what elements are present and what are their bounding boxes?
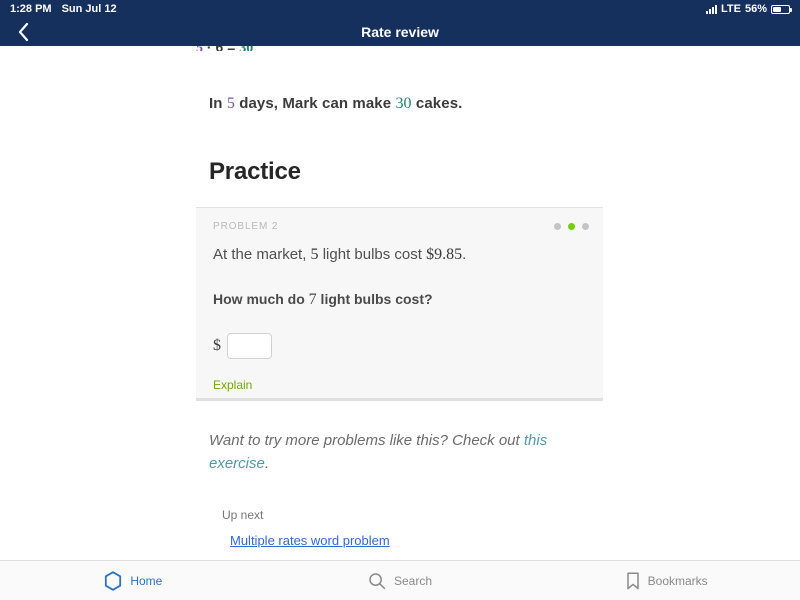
prompt-value-bulbs: 5: [310, 246, 319, 263]
prompt-part-2: light bulbs cost: [318, 246, 427, 263]
answer-input[interactable]: [227, 333, 272, 359]
problem-label: PROBLEM 2: [213, 221, 279, 232]
tab-bookmarks[interactable]: Bookmarks: [533, 561, 800, 600]
currency-symbol: $: [213, 337, 221, 354]
prompt-value-price: $9.85: [426, 246, 463, 263]
bottom-tab-bar: Home Search Bookmarks: [0, 560, 800, 600]
progress-dot-3: [582, 223, 589, 230]
status-battery-percent: 56%: [744, 3, 767, 15]
tab-home[interactable]: Home: [0, 561, 267, 600]
tab-search-label: Search: [393, 573, 433, 588]
sentence-value-days: 5: [226, 95, 235, 112]
question-part-1: How much do: [213, 291, 309, 307]
back-button[interactable]: [0, 18, 46, 46]
more-problems-blurb: Want to try more problems like this? Che…: [209, 429, 589, 476]
status-date: Sun Jul 12: [61, 3, 117, 15]
worked-answer-sentence: In 5 days, Mark can make 30 cakes.: [209, 95, 462, 113]
cellular-signal-icon: [706, 4, 717, 14]
battery-icon: [771, 4, 792, 14]
problem-prompt: At the market, 5 light bulbs cost $9.85.: [213, 244, 587, 266]
sentence-value-cakes: 30: [395, 95, 412, 112]
blurb-trailing: .: [264, 455, 270, 473]
tab-search[interactable]: Search: [267, 561, 534, 600]
bookmark-icon: [626, 571, 639, 589]
page-title: Rate review: [361, 24, 439, 40]
hexagon-home-icon: [105, 570, 122, 591]
sentence-part-3: cakes.: [411, 95, 463, 112]
problem-card-header: PROBLEM 2: [213, 221, 589, 232]
tab-home-label: Home: [130, 573, 163, 588]
answer-row: $: [213, 333, 272, 359]
search-icon: [369, 572, 386, 589]
chevron-left-icon: [18, 22, 29, 42]
status-bar: 1:28 PM Sun Jul 12 LTE 56%: [0, 0, 800, 18]
tab-bookmarks-label: Bookmarks: [647, 573, 708, 588]
status-time: 1:28 PM: [10, 3, 52, 15]
practice-heading: Practice: [209, 158, 301, 185]
question-part-2: light bulbs cost?: [316, 291, 433, 307]
nav-header: Rate review: [0, 18, 800, 46]
explain-button[interactable]: Explain: [213, 378, 252, 392]
problem-question: How much do 7 light bulbs cost?: [213, 289, 587, 311]
status-bar-left: 1:28 PM Sun Jul 12: [10, 3, 117, 15]
up-next-link[interactable]: Multiple rates word problem: [230, 533, 390, 548]
sentence-part-1: In: [209, 95, 227, 112]
problem-card: PROBLEM 2 At the market, 5 light bulbs c…: [196, 207, 603, 401]
status-network: LTE: [721, 3, 741, 15]
up-next-label: Up next: [222, 508, 264, 522]
app-screen: 1:28 PM Sun Jul 12 LTE 56% Rate review 5…: [0, 0, 800, 600]
status-bar-right: LTE 56%: [706, 3, 792, 15]
prompt-part-1: At the market,: [213, 246, 311, 263]
sentence-part-2: days, Mark can make: [234, 95, 396, 112]
clipped-equation-line: 5 · 6 = 30: [196, 46, 603, 51]
prompt-part-3: .: [462, 246, 467, 263]
blurb-text: Want to try more problems like this? Che…: [209, 432, 524, 449]
problem-progress-dots: [554, 223, 589, 230]
progress-dot-1: [554, 223, 561, 230]
article-content[interactable]: 5 · 6 = 30 In 5 days, Mark can make 30 c…: [0, 46, 800, 560]
progress-dot-2: [568, 223, 575, 230]
question-value-bulbs: 7: [308, 291, 317, 308]
